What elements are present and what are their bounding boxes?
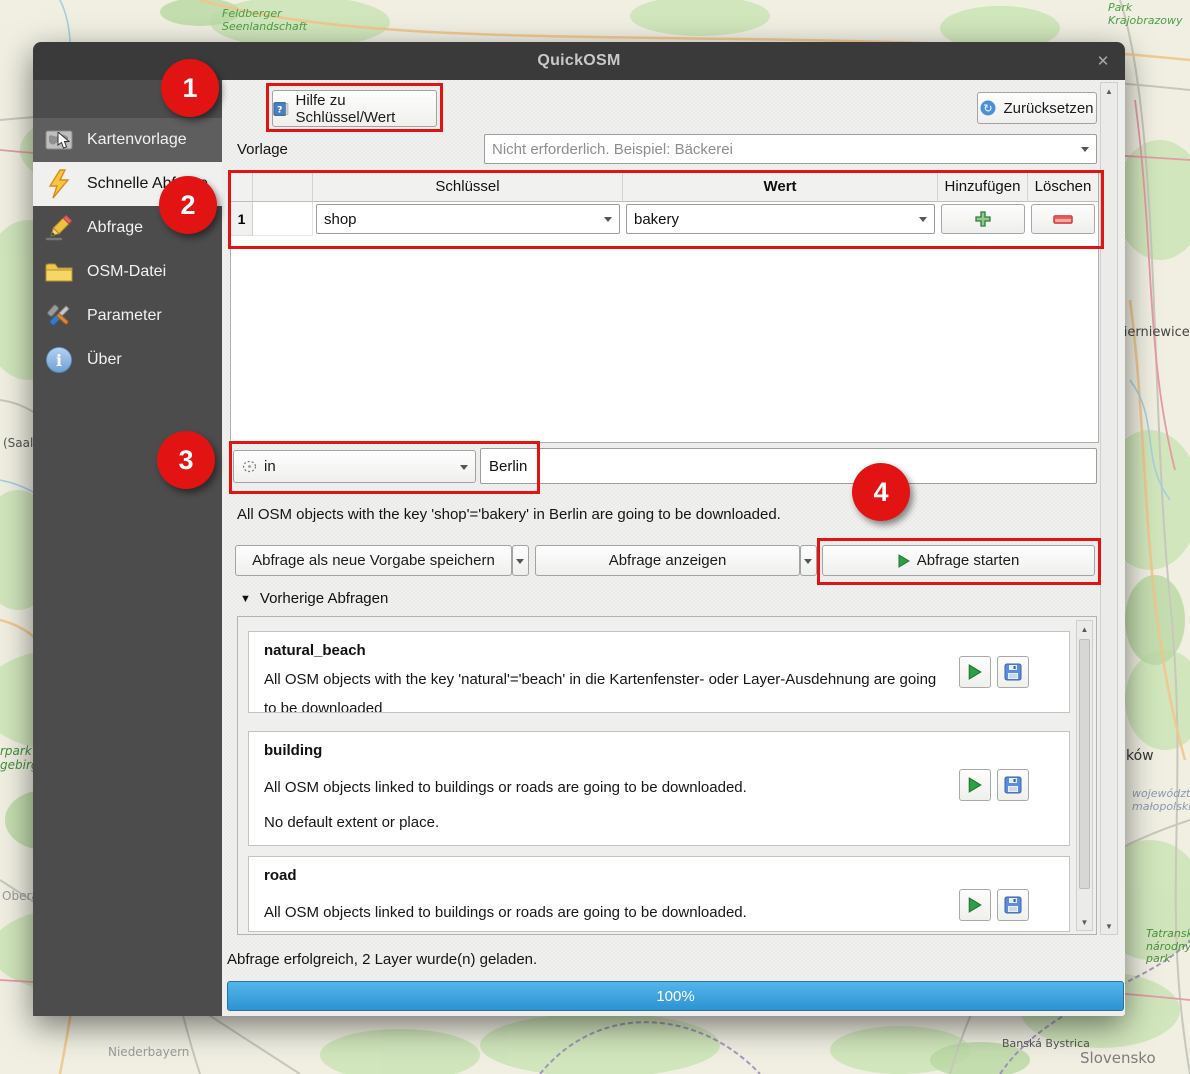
map-label: Niederbayern bbox=[108, 1045, 190, 1059]
info-icon: i bbox=[44, 345, 74, 375]
previous-queries-toggle[interactable]: ▼ Vorherige Abfragen bbox=[240, 590, 388, 607]
annotation-box-2 bbox=[228, 170, 1104, 249]
scroll-down-icon[interactable]: ▼ bbox=[1077, 914, 1092, 930]
list-item-road[interactable]: road All OSM objects linked to buildings… bbox=[248, 856, 1070, 932]
pencil-icon bbox=[44, 213, 74, 243]
status-message: Abfrage erfolgreich, 2 Layer wurde(n) ge… bbox=[227, 951, 538, 968]
reset-button-label: Zurücksetzen bbox=[1003, 99, 1094, 117]
map-label: Slovensko bbox=[1080, 1049, 1156, 1067]
query-title: building bbox=[264, 742, 323, 759]
reset-icon: ↻ bbox=[980, 100, 996, 116]
query-description: to be downloaded bbox=[264, 700, 383, 713]
sidebar-item-kartenvorlage[interactable]: Kartenvorlage bbox=[33, 118, 222, 162]
save-preset-button[interactable]: Abfrage als neue Vorgabe speichern bbox=[235, 545, 512, 576]
query-summary-text: All OSM objects with the key 'shop'='bak… bbox=[237, 506, 781, 523]
run-saved-query-button[interactable] bbox=[959, 769, 991, 801]
map-label: Banská Bystrica bbox=[1002, 1037, 1090, 1050]
sidebar-item-ueber[interactable]: i Über bbox=[33, 338, 222, 382]
list-item-natural-beach[interactable]: natural_beach All OSM objects with the k… bbox=[248, 631, 1070, 713]
chevron-down-icon bbox=[804, 558, 812, 564]
query-title: road bbox=[264, 867, 297, 884]
save-query-button[interactable] bbox=[997, 656, 1029, 688]
sidebar-item-label: OSM-Datei bbox=[87, 263, 167, 280]
play-icon bbox=[968, 897, 982, 913]
map-label: województw małopolskie bbox=[1132, 787, 1190, 813]
window-title: QuickOSM bbox=[537, 52, 621, 69]
close-icon[interactable]: ✕ bbox=[1093, 51, 1113, 71]
save-preset-label: Abfrage als neue Vorgabe speichern bbox=[252, 552, 495, 569]
map-label: ków bbox=[1126, 748, 1154, 764]
query-title: natural_beach bbox=[264, 642, 366, 659]
previous-queries-list: natural_beach All OSM objects with the k… bbox=[237, 616, 1097, 935]
annotation-box-3 bbox=[229, 441, 540, 494]
sidebar-item-label: Parameter bbox=[87, 307, 162, 324]
map-label: Park Krajobrazowy bbox=[1108, 1, 1183, 27]
save-disk-icon bbox=[1004, 776, 1022, 794]
show-query-button[interactable]: Abfrage anzeigen bbox=[535, 545, 800, 576]
annotation-box-4 bbox=[817, 538, 1101, 585]
scrollbar-handle[interactable] bbox=[1079, 639, 1090, 889]
run-saved-query-button[interactable] bbox=[959, 656, 991, 688]
save-query-button[interactable] bbox=[997, 769, 1029, 801]
sidebar-item-label: Über bbox=[87, 351, 122, 368]
folder-icon bbox=[44, 257, 74, 287]
save-query-button[interactable] bbox=[997, 889, 1029, 921]
chevron-down-icon bbox=[1081, 147, 1089, 152]
sidebar-item-osm-datei[interactable]: OSM-Datei bbox=[33, 250, 222, 294]
template-combobox[interactable] bbox=[484, 134, 1097, 164]
annotation-badge-3: 3 bbox=[157, 431, 215, 489]
annotation-badge-4: 4 bbox=[852, 463, 910, 521]
query-description: No default extent or place. bbox=[264, 814, 440, 831]
show-query-dropdown-toggle[interactable] bbox=[800, 545, 817, 576]
reset-button[interactable]: ↻ Zurücksetzen bbox=[977, 92, 1097, 124]
save-preset-dropdown-toggle[interactable] bbox=[512, 545, 529, 576]
collapse-triangle-icon: ▼ bbox=[240, 592, 251, 605]
chevron-down-icon bbox=[516, 558, 524, 564]
scroll-down-icon[interactable]: ▼ bbox=[1101, 918, 1117, 934]
previous-queries-header: Vorherige Abfragen bbox=[259, 590, 389, 607]
sidebar-item-label: Abfrage bbox=[87, 219, 144, 236]
template-label: Vorlage bbox=[237, 141, 288, 158]
lightning-icon bbox=[44, 169, 74, 199]
scroll-up-icon[interactable]: ▲ bbox=[1101, 83, 1117, 99]
query-description: All OSM objects with the key 'natural'='… bbox=[264, 671, 937, 688]
scroll-up-icon[interactable]: ▲ bbox=[1077, 621, 1092, 637]
annotation-box-1 bbox=[266, 83, 443, 132]
progress-bar: 100% bbox=[227, 981, 1124, 1011]
query-description: All OSM objects linked to buildings or r… bbox=[264, 779, 747, 796]
save-disk-icon bbox=[1004, 663, 1022, 681]
annotation-badge-1: 1 bbox=[161, 59, 219, 117]
map-label: Feldberger Seenlandschaft bbox=[222, 7, 307, 33]
template-input[interactable] bbox=[492, 136, 1072, 162]
progress-label: 100% bbox=[656, 987, 695, 1005]
place-input[interactable] bbox=[480, 448, 1097, 484]
run-saved-query-button[interactable] bbox=[959, 889, 991, 921]
annotation-badge-2: 2 bbox=[159, 176, 217, 234]
list-item-building[interactable]: building All OSM objects linked to build… bbox=[248, 731, 1070, 846]
save-disk-icon bbox=[1004, 896, 1022, 914]
tools-icon bbox=[44, 301, 74, 331]
sidebar-item-parameter[interactable]: Parameter bbox=[33, 294, 222, 338]
mouse-cursor-icon bbox=[57, 132, 70, 149]
play-icon bbox=[968, 664, 982, 680]
map-label: Tatranský národný park bbox=[1146, 927, 1190, 966]
svg-text:↻: ↻ bbox=[984, 102, 993, 115]
list-scrollbar[interactable]: ▲ ▼ bbox=[1076, 620, 1093, 931]
sidebar-item-label: Kartenvorlage bbox=[87, 131, 187, 148]
query-description: All OSM objects linked to buildings or r… bbox=[264, 904, 747, 921]
svg-text:i: i bbox=[56, 351, 62, 370]
show-query-label: Abfrage anzeigen bbox=[608, 552, 727, 569]
play-icon bbox=[968, 777, 982, 793]
screen: Feldberger Seenlandschaft Park Krajobraz… bbox=[0, 0, 1190, 1074]
